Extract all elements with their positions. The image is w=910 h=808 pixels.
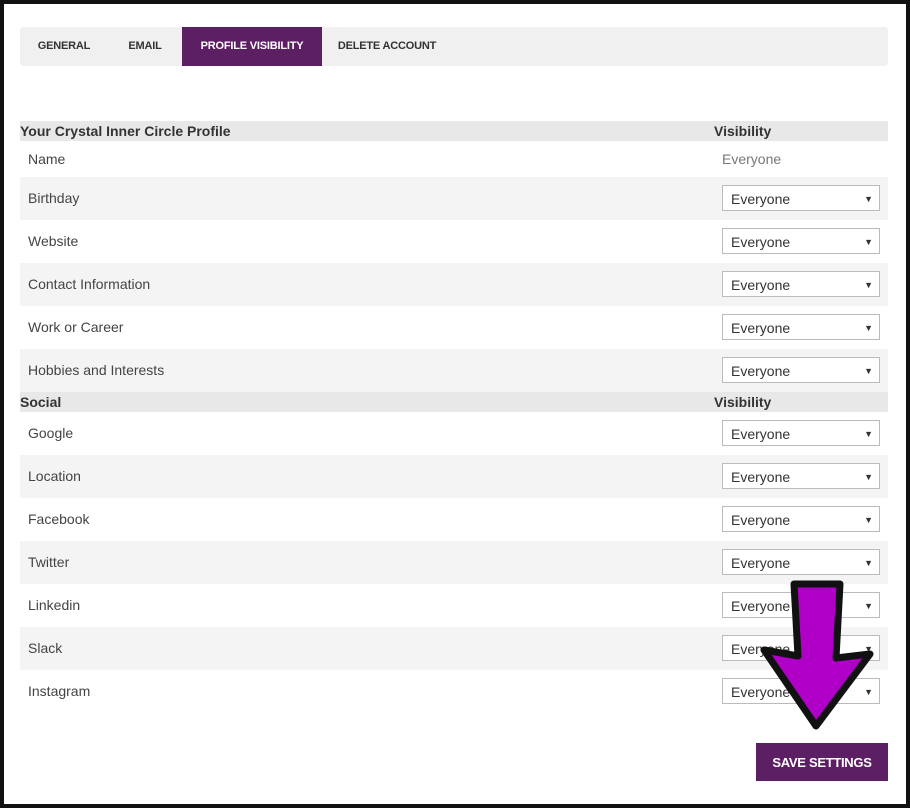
- table-row: Website Everyone ▼: [20, 220, 888, 263]
- select-value: Everyone: [731, 234, 791, 250]
- visibility-column-header: Visibility: [714, 123, 772, 139]
- visibility-select-twitter[interactable]: Everyone ▼: [722, 549, 880, 575]
- visibility-select-location[interactable]: Everyone ▼: [722, 463, 880, 489]
- row-label: Name: [28, 151, 66, 167]
- caret-down-icon: ▼: [864, 280, 873, 290]
- select-value: Everyone: [731, 512, 791, 528]
- profile-section-header: Your Crystal Inner Circle Profile Visibi…: [20, 121, 888, 141]
- caret-down-icon: ▼: [864, 366, 873, 376]
- settings-tabs: GENERAL EMAIL PROFILE VISIBILITY DELETE …: [20, 27, 888, 66]
- row-label: Linkedin: [28, 597, 81, 613]
- arrow-down-icon: [760, 580, 874, 730]
- select-value: Everyone: [731, 555, 791, 571]
- visibility-select-hobbies-and-interests[interactable]: Everyone ▼: [722, 357, 880, 383]
- caret-down-icon: ▼: [864, 472, 873, 482]
- table-row: Name Everyone: [20, 141, 888, 177]
- visibility-select-contact-information[interactable]: Everyone ▼: [722, 271, 880, 297]
- tab-delete-account[interactable]: DELETE ACCOUNT: [330, 27, 444, 66]
- caret-down-icon: ▼: [864, 515, 873, 525]
- row-label: Slack: [28, 640, 63, 656]
- row-label: Facebook: [28, 511, 90, 527]
- select-value: Everyone: [731, 469, 791, 485]
- caret-down-icon: ▼: [864, 429, 873, 439]
- row-label: Contact Information: [28, 276, 151, 292]
- table-row: Birthday Everyone ▼: [20, 177, 888, 220]
- table-row: Work or Career Everyone ▼: [20, 306, 888, 349]
- select-value: Everyone: [731, 191, 791, 207]
- table-row: Facebook Everyone ▼: [20, 498, 888, 541]
- social-section-header: Social Visibility: [20, 392, 888, 412]
- visibility-select-website[interactable]: Everyone ▼: [722, 228, 880, 254]
- visibility-select-google[interactable]: Everyone ▼: [722, 420, 880, 446]
- visibility-select-work-or-career[interactable]: Everyone ▼: [722, 314, 880, 340]
- select-value: Everyone: [731, 277, 791, 293]
- caret-down-icon: ▼: [864, 237, 873, 247]
- row-label: Twitter: [28, 554, 70, 570]
- table-row: Location Everyone ▼: [20, 455, 888, 498]
- social-section-title: Social: [20, 394, 62, 410]
- caret-down-icon: ▼: [864, 194, 873, 204]
- save-settings-button[interactable]: SAVE SETTINGS: [756, 743, 888, 781]
- caret-down-icon: ▼: [864, 558, 873, 568]
- row-label: Work or Career: [28, 319, 124, 335]
- table-row: Contact Information Everyone ▼: [20, 263, 888, 306]
- profile-section-title: Your Crystal Inner Circle Profile: [20, 123, 231, 139]
- table-row: Hobbies and Interests Everyone ▼: [20, 349, 888, 392]
- visibility-column-header: Visibility: [714, 394, 772, 410]
- row-label: Instagram: [28, 683, 91, 699]
- tab-email[interactable]: EMAIL: [114, 27, 176, 66]
- select-value: Everyone: [731, 363, 791, 379]
- select-value: Everyone: [731, 320, 791, 336]
- row-label: Location: [28, 468, 81, 484]
- table-row: Twitter Everyone ▼: [20, 541, 888, 584]
- row-label: Hobbies and Interests: [28, 362, 165, 378]
- visibility-select-birthday[interactable]: Everyone ▼: [722, 185, 880, 211]
- row-label: Birthday: [28, 190, 80, 206]
- tab-general[interactable]: GENERAL: [20, 27, 108, 66]
- caret-down-icon: ▼: [864, 323, 873, 333]
- row-label: Google: [28, 425, 74, 441]
- table-row: Google Everyone ▼: [20, 412, 888, 455]
- visibility-select-facebook[interactable]: Everyone ▼: [722, 506, 880, 532]
- visibility-value: Everyone: [722, 151, 782, 167]
- tab-profile-visibility[interactable]: PROFILE VISIBILITY: [182, 27, 322, 66]
- select-value: Everyone: [731, 426, 791, 442]
- row-label: Website: [28, 233, 79, 249]
